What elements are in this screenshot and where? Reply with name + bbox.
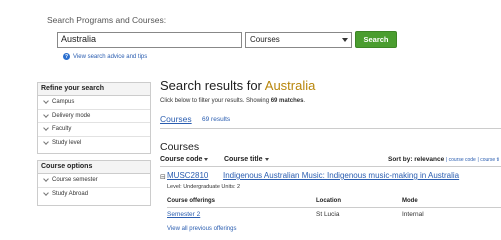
filter-study-abroad[interactable]: Study Abroad (38, 188, 150, 202)
search-label: Search Programs and Courses: (47, 15, 167, 25)
tab-courses-count: 69 results (202, 116, 231, 123)
filter-faculty[interactable]: Faculty (38, 123, 150, 137)
filter-delivery-mode[interactable]: Delivery mode (38, 110, 150, 123)
course-options-title: Course options (38, 161, 150, 174)
sort-caret-icon (204, 157, 209, 161)
chevron-down-icon (43, 125, 49, 132)
sort-caret-icon (264, 157, 269, 161)
search-button[interactable]: Search (355, 31, 397, 48)
filter-label: Faculty (52, 126, 72, 133)
sort-course-title[interactable]: Course title (224, 156, 269, 163)
tab-courses[interactable]: Courses (160, 114, 192, 124)
chevron-down-icon (43, 98, 49, 105)
filter-study-level[interactable]: Study level (38, 137, 150, 151)
sort-option-title[interactable]: | course ti (478, 157, 500, 163)
filter-label: Study Abroad (52, 191, 89, 198)
results-title-prefix: Search results for (160, 78, 265, 93)
location-col-header: Location (316, 198, 341, 204)
filter-label: Delivery mode (52, 112, 91, 119)
divider (160, 166, 501, 167)
search-scope-value: Courses (250, 35, 280, 44)
course-meta: Level: Undergraduate Units: 2 (167, 184, 241, 190)
sort-active-option: relevance (414, 156, 445, 163)
chevron-down-icon (43, 139, 49, 146)
offering-mode: Internal (402, 211, 424, 218)
chevron-down-icon (342, 38, 348, 42)
search-advice-label: View search advice and tips (73, 53, 148, 60)
filter-course-semester[interactable]: Course semester (38, 174, 150, 188)
mode-col-header: Mode (402, 198, 418, 204)
results-title: Search results for Australia (160, 78, 315, 93)
divider (160, 128, 501, 129)
search-advice-link[interactable]: ? View search advice and tips (63, 53, 147, 60)
filter-label: Campus (52, 99, 75, 106)
filter-label: Course semester (52, 177, 98, 184)
results-subtitle-suffix: . (303, 98, 306, 104)
results-title-term: Australia (264, 78, 316, 93)
filter-campus[interactable]: Campus (38, 96, 150, 110)
course-title-link[interactable]: Indigenous Australian Music: Indigenous … (223, 171, 459, 180)
offering-semester-link[interactable]: Semester 2 (167, 211, 200, 218)
col-code-label: Course code (160, 156, 203, 163)
results-subtitle: Click below to filter your results. Show… (160, 98, 305, 104)
chevron-down-icon (43, 111, 49, 118)
filter-label: Study level (52, 140, 82, 147)
refine-search-panel: Refine your search Campus Delivery mode … (37, 82, 151, 154)
results-subtitle-prefix: Click below to filter your results. Show… (160, 98, 271, 104)
sort-option-code[interactable]: | course code (446, 157, 476, 163)
chevron-down-icon (43, 176, 49, 183)
sort-course-code[interactable]: Course code (160, 156, 209, 163)
offerings-col-header: Course offerings (167, 198, 216, 204)
courses-heading: Courses (160, 141, 200, 153)
offering-location: St Lucia (316, 211, 340, 218)
sort-by-control: Sort by: relevance | course code | cours… (388, 156, 499, 163)
sort-by-label: Sort by: (388, 156, 413, 163)
search-scope-select[interactable]: Courses (245, 32, 352, 48)
refine-search-title: Refine your search (38, 83, 150, 96)
results-match-count: 69 matches (270, 98, 304, 104)
course-options-panel: Course options Course semester Study Abr… (37, 160, 151, 206)
col-title-label: Course title (224, 156, 263, 163)
help-icon: ? (63, 53, 70, 60)
divider (167, 207, 501, 208)
chevron-down-icon (43, 190, 49, 197)
search-input[interactable]: Australia (57, 32, 242, 48)
view-all-offerings-link[interactable]: View all previous offerings (167, 226, 236, 232)
course-code-link[interactable]: MUSC2810 (167, 171, 208, 180)
collapse-icon[interactable]: ⊟ (160, 173, 166, 181)
